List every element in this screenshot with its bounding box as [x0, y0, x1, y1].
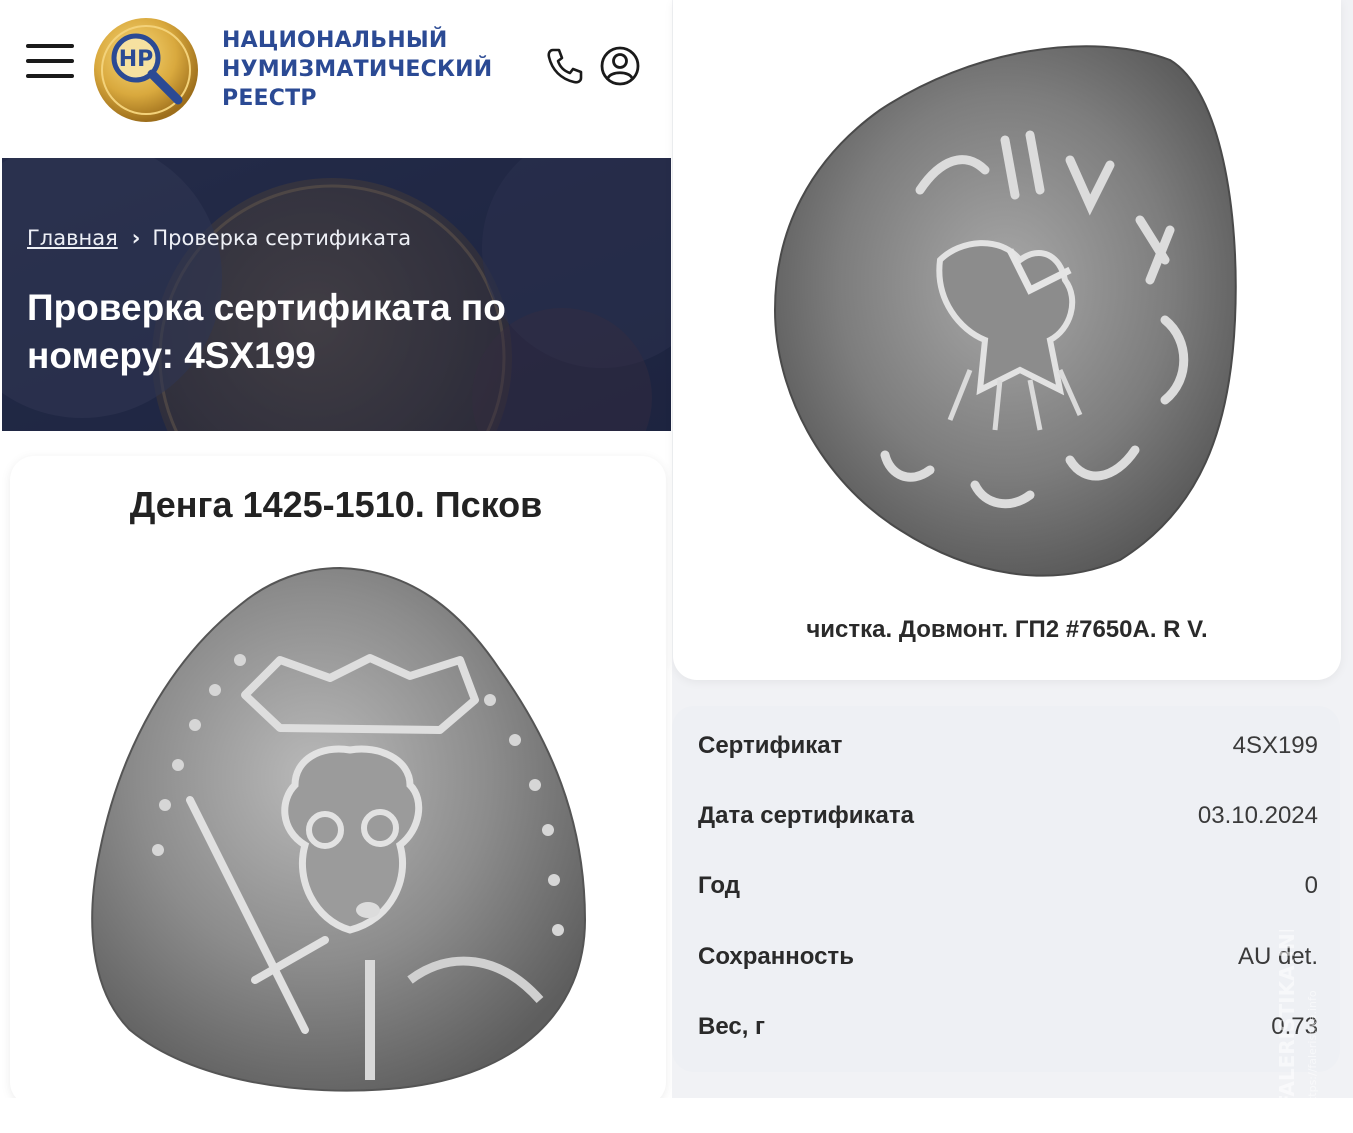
watermark: FALERISTIKA.INFO https://faleristika.inf…: [1275, 930, 1319, 1108]
breadcrumb: Главная › Проверка сертификата: [27, 226, 411, 250]
brand-line-1: НАЦИОНАЛЬНЫЙ: [222, 28, 448, 53]
detail-row-certificate: Сертификат 4SX199: [698, 732, 1318, 772]
detail-label: Сохранность: [698, 943, 854, 970]
detail-label: Вес, г: [698, 1013, 766, 1040]
coin-caption: чистка. Довмонт. ГП2 #7650А. R V.: [806, 616, 1208, 643]
detail-value: 4SX199: [1232, 732, 1318, 759]
watermark-url: https://faleristika.info: [1306, 990, 1319, 1108]
site-logo[interactable]: НР: [92, 16, 204, 124]
bottom-edge: [0, 1098, 1353, 1133]
brand-line-3: РЕЕСТР: [222, 86, 317, 111]
coin-reverse-image[interactable]: [770, 30, 1250, 590]
coin-obverse-image[interactable]: [80, 560, 600, 1095]
detail-row-date: Дата сертификата 03.10.2024: [698, 802, 1318, 842]
certificate-details: Сертификат 4SX199 Дата сертификата 03.10…: [672, 706, 1340, 1072]
logo-letters: НР: [119, 47, 154, 72]
phone-icon[interactable]: [543, 44, 587, 88]
user-icon[interactable]: [598, 44, 642, 88]
detail-row-weight: Вес, г 0.73: [698, 1013, 1318, 1053]
chevron-right-icon: ›: [131, 226, 141, 250]
site-header: НР НАЦИОНАЛЬНЫЙ НУМИЗМАТИЧЕСКИЙ РЕЕСТР: [0, 0, 672, 158]
detail-row-year: Год 0: [698, 872, 1318, 912]
brand-line-2: НУМИЗМАТИЧЕСКИЙ: [222, 57, 493, 82]
detail-label: Сертификат: [698, 732, 843, 759]
breadcrumb-current: Проверка сертификата: [152, 226, 412, 250]
detail-label: Год: [698, 872, 740, 899]
detail-row-grade: Сохранность AU det.: [698, 943, 1318, 983]
detail-value: 0: [1304, 872, 1318, 899]
detail-value: 03.10.2024: [1197, 802, 1318, 829]
page-title: Проверка сертификата по номеру: 4SX199: [27, 287, 506, 376]
menu-icon[interactable]: [26, 44, 76, 80]
brand-name[interactable]: НАЦИОНАЛЬНЫЙ НУМИЗМАТИЧЕСКИЙ РЕЕСТР: [222, 26, 512, 113]
breadcrumb-home-link[interactable]: Главная: [27, 226, 118, 250]
coin-title: Денга 1425-1510. Псков: [129, 484, 543, 525]
watermark-text: FALERISTIKA.INFO: [1275, 930, 1299, 1108]
detail-label: Дата сертификата: [698, 802, 914, 829]
